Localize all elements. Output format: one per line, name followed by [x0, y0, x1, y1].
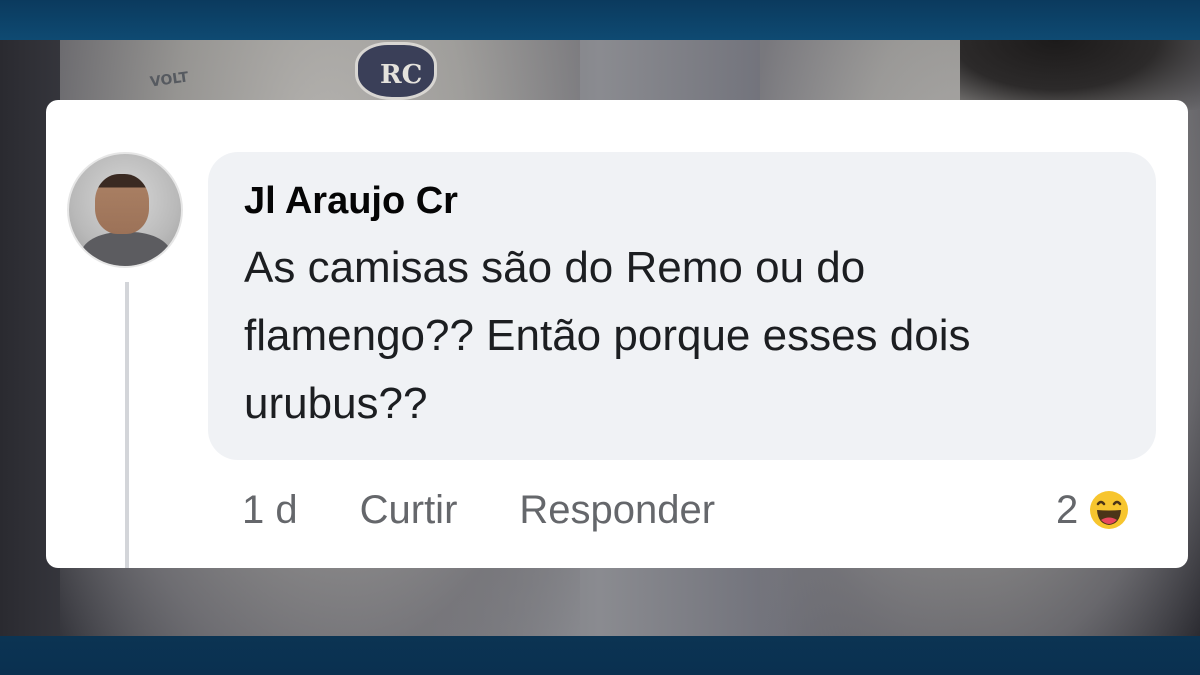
- haha-emoji-icon: [1087, 488, 1132, 532]
- comment-bubble: Jl Araujo Cr As camisas são do Remo ou d…: [208, 152, 1156, 460]
- reply-button[interactable]: Responder: [519, 488, 715, 533]
- comment-text: As camisas são do Remo ou do flamengo?? …: [244, 243, 971, 428]
- thread-line: [125, 282, 129, 568]
- comment-card: Jl Araujo Cr As camisas são do Remo ou d…: [46, 100, 1188, 568]
- club-crest-letters: RC: [380, 60, 423, 90]
- comment-actions: 1 d Curtir Responder: [242, 480, 777, 540]
- like-button[interactable]: Curtir: [360, 488, 458, 533]
- top-bar: [0, 0, 1200, 40]
- screenshot-frame: RC VOLT Jl Araujo Cr As camisas são do R…: [0, 0, 1200, 675]
- comment-timestamp[interactable]: 1 d: [242, 488, 298, 533]
- reaction-count: 2: [1056, 487, 1079, 532]
- avatar-body: [81, 232, 171, 266]
- avatar-head: [95, 174, 149, 234]
- avatar[interactable]: [67, 152, 183, 268]
- reaction-summary[interactable]: 2: [1056, 482, 1132, 538]
- comment-author[interactable]: Jl Araujo Cr: [244, 178, 1124, 224]
- bottom-bar: [0, 636, 1200, 675]
